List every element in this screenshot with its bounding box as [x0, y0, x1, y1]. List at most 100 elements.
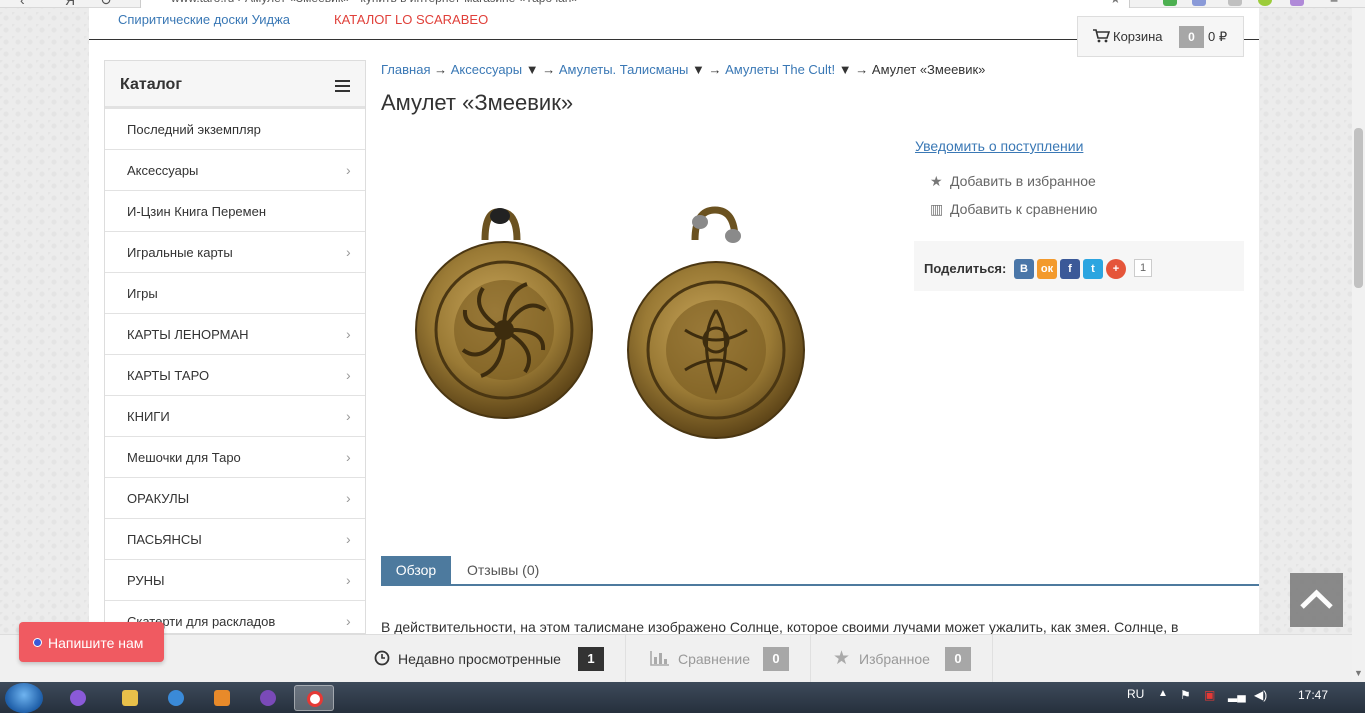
catalog-item[interactable]: ОРАКУЛЫ › [105, 478, 365, 519]
bookmark-star-icon[interactable]: ★ [1110, 0, 1121, 6]
breadcrumb-dropdown-icon[interactable]: ▼ [839, 62, 852, 77]
taskbar-yandex-browser-app[interactable] [294, 685, 334, 711]
recently-viewed-label: Недавно просмотренные [398, 651, 561, 667]
extension-lime-icon[interactable] [1258, 0, 1272, 6]
taskbar-ie-app[interactable] [156, 685, 196, 711]
clock-icon [374, 650, 390, 666]
chevron-right-icon[interactable]: › [346, 449, 351, 465]
tab-overview[interactable]: Обзор [381, 556, 451, 586]
chevron-right-icon[interactable]: › [346, 490, 351, 506]
security-icon[interactable]: ▣ [1204, 688, 1215, 702]
breadcrumb-arrow: → [434, 62, 448, 77]
media-player-icon [214, 690, 230, 706]
catalog-item-label: РУНЫ [127, 573, 165, 588]
top-link-ouija[interactable]: Спиритические доски Уиджа [118, 12, 290, 27]
share-panel: Поделиться: В ок f t + 1 [914, 241, 1244, 291]
catalog-item[interactable]: ПАСЬЯНСЫ › [105, 519, 365, 560]
flag-icon[interactable]: ⚑ [1180, 688, 1191, 702]
bottom-panel: Недавно просмотренные 1 Сравнение 0 ★ Из… [0, 634, 1352, 683]
chevron-right-icon[interactable]: › [346, 408, 351, 424]
breadcrumb-amulets[interactable]: Амулеты. Талисманы [559, 62, 689, 77]
scrollbar-thumb[interactable] [1354, 128, 1363, 288]
taskbar-viber-app[interactable] [248, 685, 288, 711]
add-to-favorites-button[interactable]: ★ Добавить в избранное [930, 173, 1096, 190]
chevron-right-icon[interactable]: › [346, 326, 351, 342]
catalog-item-label: КНИГИ [127, 409, 170, 424]
catalog-item[interactable]: КНИГИ › [105, 396, 365, 437]
chevron-right-icon[interactable]: › [346, 531, 351, 547]
catalog-item-label: Мешочки для Таро [127, 450, 241, 465]
catalog-item[interactable]: Игральные карты › [105, 232, 365, 273]
taskbar-media-app[interactable] [202, 685, 242, 711]
windows-start-button[interactable] [5, 683, 43, 713]
tab-reviews[interactable]: Отзывы (0) [467, 562, 539, 578]
chevron-right-icon[interactable]: › [346, 162, 351, 178]
yandex-logo-icon[interactable]: Я [65, 0, 75, 8]
cart-count-badge: 0 [1179, 26, 1204, 48]
catalog-sidebar: Каталог Последний экземпляр Аксессуары › И-… [104, 60, 366, 634]
extension-icon[interactable] [1228, 0, 1242, 6]
odnoklassniki-share-icon[interactable]: ок [1037, 259, 1057, 279]
browser-menu-icon[interactable]: ≡ [1330, 0, 1338, 6]
scroll-down-arrow-icon[interactable]: ▼ [1354, 668, 1363, 678]
star-icon: ★ [833, 648, 851, 669]
cart-sum: 0 ₽ [1208, 29, 1228, 44]
chevron-right-icon[interactable]: › [346, 244, 351, 260]
page-scrollbar[interactable]: ▼ [1352, 8, 1365, 682]
catalog-item[interactable]: КАРТЫ ТАРО › [105, 355, 365, 396]
taskbar-alice-app[interactable] [58, 685, 98, 711]
divider [810, 635, 811, 683]
extension-shield-icon[interactable] [1163, 0, 1177, 6]
breadcrumb-current: Амулет «Змеевик» [871, 62, 986, 77]
page-title: Амулет «Змеевик» [381, 90, 574, 115]
more-share-icon[interactable]: + [1106, 259, 1126, 279]
catalog-item-label: Игральные карты [127, 245, 233, 260]
catalog-item[interactable]: КАРТЫ ЛЕНОРМАН › [105, 314, 365, 355]
breadcrumb-home[interactable]: Главная [381, 62, 430, 77]
extension-feather-icon[interactable] [1290, 0, 1304, 6]
breadcrumb: Главная → Аксессуары ▼ → Амулеты. Талисм… [381, 62, 985, 77]
volume-icon[interactable]: ◀) [1254, 688, 1267, 702]
viber-icon [260, 690, 276, 706]
notify-on-arrival-link[interactable]: Уведомить о поступлении [915, 138, 1083, 154]
extension-icon[interactable] [1192, 0, 1206, 6]
twitter-share-icon[interactable]: t [1083, 259, 1103, 279]
catalog-header[interactable]: Каталог [105, 61, 365, 109]
cart-widget[interactable]: Корзина 0 0 ₽ [1077, 16, 1244, 57]
add-to-compare-button[interactable]: ▥ Добавить к сравнению [930, 201, 1097, 218]
catalog-item[interactable]: Последний экземпляр [105, 109, 365, 150]
breadcrumb-dropdown-icon[interactable]: ▼ [526, 62, 539, 77]
breadcrumb-accessories[interactable]: Аксессуары [451, 62, 522, 77]
favorites-button[interactable]: ★ Избранное 0 [833, 635, 993, 683]
network-signal-icon[interactable]: ▂▄ [1228, 688, 1246, 702]
catalog-item[interactable]: РУНЫ › [105, 560, 365, 601]
back-icon[interactable]: ‹ [20, 0, 25, 8]
breadcrumb-cult[interactable]: Амулеты The Cult! [725, 62, 835, 77]
taskbar-explorer-app[interactable] [110, 685, 150, 711]
recently-viewed-button[interactable]: Недавно просмотренные 1 [372, 635, 622, 683]
clock-time[interactable]: 17:47 [1298, 688, 1328, 702]
catalog-item[interactable]: Игры [105, 273, 365, 314]
chevron-right-icon[interactable]: › [346, 613, 351, 629]
breadcrumb-arrow: → [855, 62, 869, 77]
catalog-item[interactable]: И-Цзин Книга Перемен [105, 191, 365, 232]
catalog-item[interactable]: Мешочки для Таро › [105, 437, 365, 478]
facebook-share-icon[interactable]: f [1060, 259, 1080, 279]
scroll-to-top-button[interactable] [1290, 573, 1343, 627]
catalog-item-label: Игры [127, 286, 158, 301]
browser-toolbar: ‹ Я ↻ www.taro.ru › Амулет «Змеевик» - к… [0, 0, 1365, 10]
language-indicator[interactable]: RU [1127, 687, 1144, 701]
vk-share-icon[interactable]: В [1014, 259, 1034, 279]
chevron-right-icon[interactable]: › [346, 367, 351, 383]
breadcrumb-dropdown-icon[interactable]: ▼ [692, 62, 705, 77]
catalog-item[interactable]: Аксессуары › [105, 150, 365, 191]
tray-expand-icon[interactable]: ▲ [1158, 688, 1168, 699]
write-us-chat-button[interactable]: Напишите нам [19, 622, 164, 662]
hamburger-menu-icon[interactable] [335, 80, 350, 93]
compare-button[interactable]: Сравнение 0 [648, 635, 808, 683]
write-us-label: Напишите нам [48, 635, 144, 651]
product-image[interactable] [405, 200, 815, 470]
top-link-scarabeo[interactable]: КАТАЛОГ LO SCARABEO [334, 12, 488, 27]
recently-viewed-count: 1 [578, 647, 604, 671]
chevron-right-icon[interactable]: › [346, 572, 351, 588]
